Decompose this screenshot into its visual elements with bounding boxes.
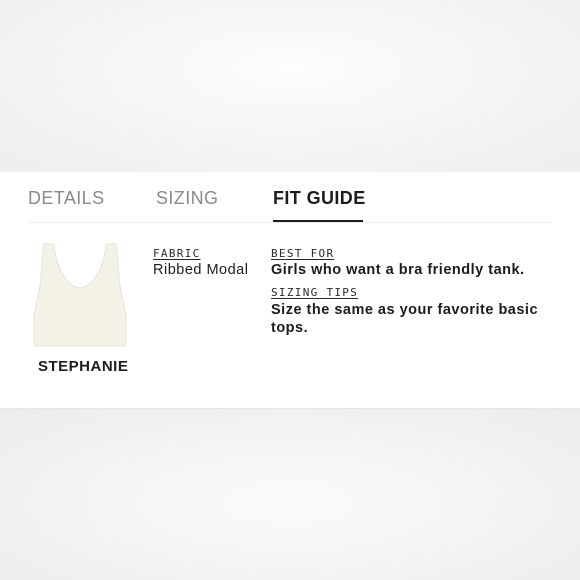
tank-top-silhouette xyxy=(33,243,127,347)
tab-sizing[interactable]: SIZING xyxy=(156,188,218,209)
active-tab-indicator xyxy=(273,220,363,222)
best-for-value: Girls who want a bra friendly tank. xyxy=(271,262,525,278)
product-image xyxy=(33,243,127,347)
background-top xyxy=(0,0,580,172)
background-bottom xyxy=(0,409,580,580)
fabric-value: Ribbed Modal xyxy=(153,262,249,278)
tab-details[interactable]: DETAILS xyxy=(28,188,105,209)
fit-guide-panel: DETAILS SIZING FIT GUIDE STEPHANIE FABRI… xyxy=(0,172,580,409)
fabric-label: FABRIC xyxy=(153,247,201,260)
best-for-label: BEST FOR xyxy=(271,247,335,260)
sizing-tips-label: SIZING TIPS xyxy=(271,286,359,299)
product-name: STEPHANIE xyxy=(38,358,129,375)
tab-bar: DETAILS SIZING FIT GUIDE xyxy=(28,172,552,223)
sizing-tips-value: Size the same as your favorite basic top… xyxy=(271,302,539,336)
tab-fit-guide[interactable]: FIT GUIDE xyxy=(273,188,366,209)
